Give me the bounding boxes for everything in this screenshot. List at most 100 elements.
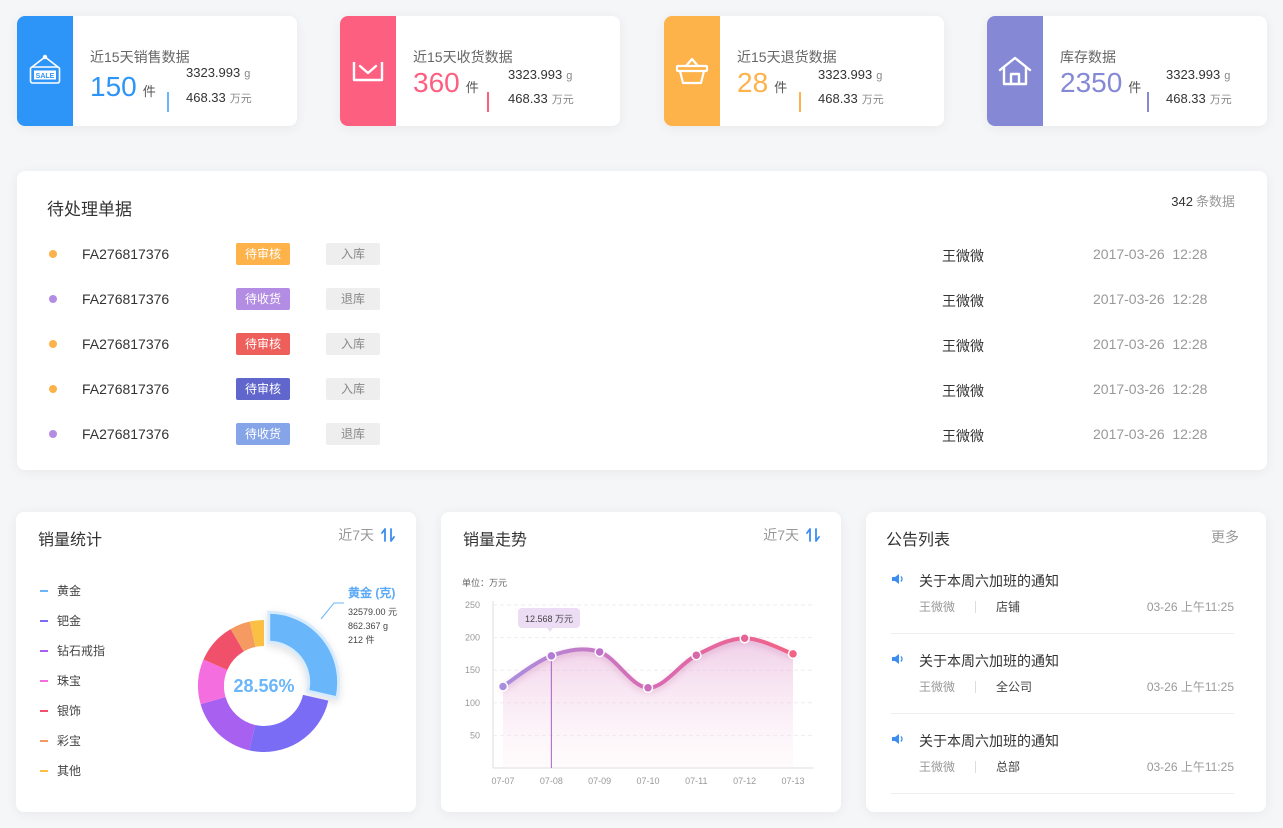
stat-weight-unit: g [244,68,251,80]
notice-more-link[interactable]: 更多 [1211,527,1239,547]
document-code[interactable]: FA276817376 [82,426,169,442]
x-tick-label: 07-07 [491,776,514,786]
stat-count: 2350 件 [1060,66,1141,105]
donut-slice[interactable] [249,694,329,752]
stat-title: 库存数据 [1060,49,1116,65]
notice-time: 03-26 上午11:25 [1146,680,1234,694]
callout-leader-line [320,602,344,620]
stat-card-return[interactable]: 近15天退货数据 28 件 3323.993 g 468.33 万元 [664,16,944,126]
notice-time: 03-26 上午11:25 [1146,600,1234,614]
sales-donut-chart: 28.56% 黄金 (克) 32579.00 元 862.367 g 212 件 [197,585,397,752]
stat-weight: 3323.993 g [1166,67,1230,82]
stat-card-sales-side: SALE [17,16,73,126]
notice-item-title[interactable]: 关于本周六加班的通知 [919,571,1059,591]
y-tick-label: 150 [465,665,480,675]
notice-meta: 王微微 店铺 [919,598,1020,615]
type-badge: 入库 [326,378,380,400]
stat-count-unit: 件 [465,80,479,95]
speaker-icon [891,572,905,591]
stat-count-value: 150 [90,71,137,102]
pending-row[interactable]: FA276817376 待审核 入库 王微微 2017-03-26 12:28 [17,329,1267,359]
pending-row[interactable]: FA276817376 待审核 入库 王微微 2017-03-26 12:28 [17,239,1267,269]
stat-count-value: 2350 [1060,67,1123,98]
document-code[interactable]: FA276817376 [82,291,169,307]
trend-data-point[interactable] [594,646,605,658]
notice-item-title[interactable]: 关于本周六加班的通知 [919,731,1059,751]
trend-data-point[interactable] [787,648,799,660]
stat-money: 468.33 万元 [1166,91,1232,107]
stat-card-receive[interactable]: 近15天收货数据 360 件 3323.993 g 468.33 万元 [340,16,620,126]
status-dot [49,340,57,348]
notice-meta: 王微微 全公司 [919,678,1032,695]
status-badge: 待收货 [236,423,290,445]
notice-item-title[interactable]: 关于本周六加班的通知 [919,651,1059,671]
stat-money: 468.33 万元 [508,91,574,107]
status-badge: 待审核 [236,243,290,265]
stat-count: 150 件 [90,70,156,109]
y-tick-label: 50 [470,730,480,740]
trend-data-point[interactable] [497,681,509,692]
pending-documents-panel: 待处理单据 342 条数据 FA276817376 待审核 入库 王微微 2017-03-… [17,171,1267,470]
trend-tooltip: 12.568 万元 [518,608,580,632]
stat-money-value: 468.33 [1166,91,1206,106]
trend-tooltip-text: 12.568 万元 [525,614,573,624]
speaker-icon [891,732,905,751]
meta-separator [975,760,977,773]
stat-card-inventory-side [987,16,1043,126]
document-date: 2017-03-26 12:28 [1093,246,1208,262]
document-code[interactable]: FA276817376 [82,336,169,352]
trend-data-point[interactable] [546,650,557,662]
stat-weight: 3323.993 g [818,67,882,82]
trend-data-point[interactable] [691,649,702,661]
stat-divider [167,92,169,112]
stat-count: 28 件 [737,66,787,105]
donut-center-label: 28.56% [233,676,294,696]
pending-row[interactable]: FA276817376 待审核 入库 王微微 2017-03-26 12:28 [17,374,1267,404]
stat-count-value: 360 [413,67,460,98]
trend-tooltip-arrow [547,628,553,632]
trend-data-point[interactable] [739,633,750,644]
stat-money-value: 468.33 [818,91,858,106]
pending-count-suffix: 条数据 [1195,194,1235,209]
stat-divider [799,92,801,112]
callout-line3: 212 件 [348,634,375,645]
notice-author: 王微微 [919,680,956,694]
donut-slice[interactable] [200,697,256,751]
stat-weight-value: 3323.993 [508,67,563,82]
document-code[interactable]: FA276817376 [82,381,169,397]
stat-money-unit: 万元 [1209,94,1232,106]
pending-count: 342 条数据 [1171,191,1235,210]
pending-row[interactable]: FA276817376 待收货 退库 王微微 2017-03-26 12:28 [17,284,1267,314]
pending-count-value: 342 [1171,194,1193,209]
y-tick-label: 200 [465,633,480,643]
stat-money-unit: 万元 [229,93,252,105]
notice-item[interactable]: 关于本周六加班的通知 王微微 总部 03-26 上午11:25 [891,731,1234,811]
trend-data-point[interactable] [642,682,654,694]
notice-dept: 店铺 [996,600,1021,614]
notice-meta: 王微微 总部 [919,758,1020,775]
notice-item[interactable]: 关于本周六加班的通知 王微微 全公司 03-26 上午11:25 [891,651,1234,731]
pending-title: 待处理单据 [47,200,132,219]
notice-author: 王微微 [919,600,956,614]
status-dot [49,430,57,438]
stat-card-inventory[interactable]: 库存数据 2350 件 3323.993 g 468.33 万元 [987,16,1267,126]
stat-weight-unit: g [566,70,573,82]
stat-money-value: 468.33 [508,91,548,106]
callout-line1: 32579.00 元 [348,607,397,617]
document-code[interactable]: FA276817376 [82,246,169,262]
stat-divider [1147,92,1149,112]
stat-card-sales[interactable]: SALE 近15天销售数据 150 件 3323.993 g 468.33 万元 [17,16,297,126]
notice-divider [891,633,1234,634]
stat-title: 近15天收货数据 [413,49,513,65]
notice-divider [891,793,1234,794]
document-date: 2017-03-26 12:28 [1093,336,1208,352]
sale-sign-icon: SALE [29,54,61,84]
x-tick-label: 07-10 [636,776,659,786]
basket-icon [675,57,709,85]
inbox-download-icon [352,62,384,82]
y-tick-label: 250 [465,600,480,610]
pending-row[interactable]: FA276817376 待收货 退库 王微微 2017-03-26 12:28 [17,419,1267,449]
type-badge: 退库 [326,423,380,445]
notice-item[interactable]: 关于本周六加班的通知王微微 店铺 03-26 上午11:25 [891,571,1234,651]
stat-money-unit: 万元 [551,94,574,106]
